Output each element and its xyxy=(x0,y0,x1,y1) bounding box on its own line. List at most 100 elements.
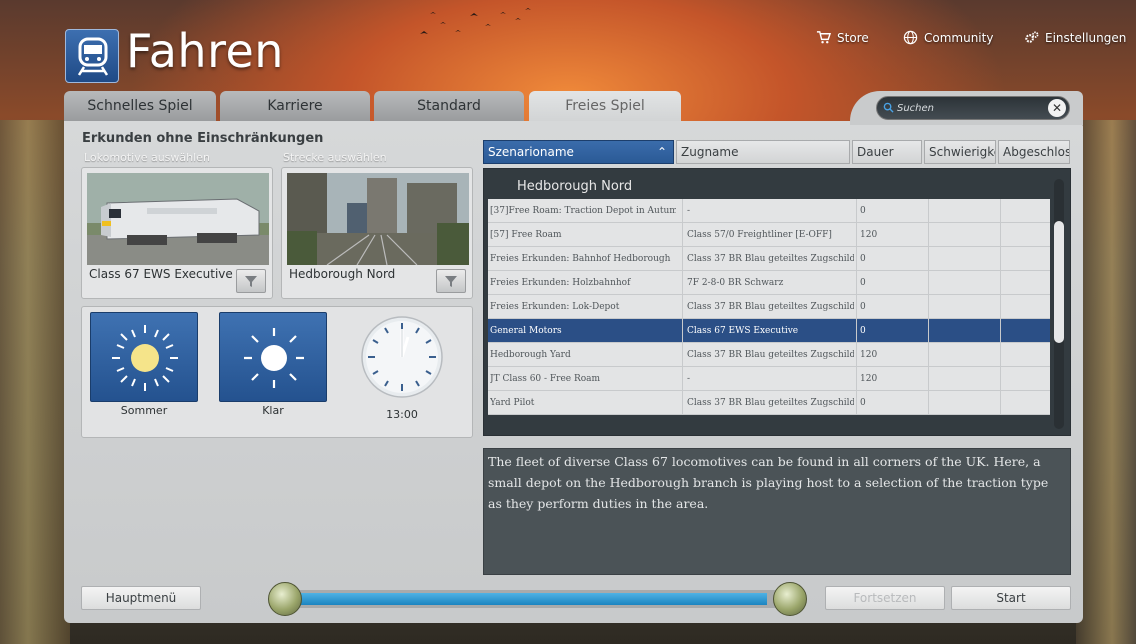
scenario-name-cell: Freies Erkunden: Lok-Depot xyxy=(490,302,620,312)
time-label: 13:00 xyxy=(386,408,418,421)
start-button[interactable]: Start xyxy=(951,586,1071,610)
tab-label: Schnelles Spiel xyxy=(87,98,193,114)
tab-label: Freies Spiel xyxy=(565,98,645,114)
store-label: Store xyxy=(837,30,869,45)
season-label: Sommer xyxy=(120,404,168,417)
scrollbar-track[interactable] xyxy=(1054,179,1064,429)
train-name-cell: Class 57/0 Freightliner [E-OFF] xyxy=(682,223,854,247)
route-thumbnail xyxy=(287,173,469,265)
completed-cell xyxy=(1000,223,1050,247)
season-button[interactable] xyxy=(90,312,198,402)
loco-thumbnail xyxy=(87,173,269,265)
train-name-cell: 7F 2-8-0 BR Schwarz xyxy=(682,271,854,295)
table-row[interactable]: General Motors Class 67 EWS Executive 0 xyxy=(488,319,1050,343)
tab-label: Standard xyxy=(417,98,481,114)
difficulty-cell xyxy=(928,391,998,415)
duration-cell: 0 xyxy=(856,295,926,319)
scenario-name-cell: Hedborough Yard xyxy=(490,350,571,360)
difficulty-cell xyxy=(928,319,998,343)
difficulty-cell xyxy=(928,271,998,295)
duration-cell: 0 xyxy=(856,391,926,415)
difficulty-cell xyxy=(928,223,998,247)
gear-icon xyxy=(1025,31,1039,43)
completed-cell xyxy=(1000,319,1050,343)
column-header-difficulty[interactable]: Schwierigke xyxy=(924,140,996,164)
table-row[interactable]: Freies Erkunden: Lok-Depot Class 37 BR Bl… xyxy=(488,295,1050,319)
scenario-name-cell: Freies Erkunden: Holzbahnhof xyxy=(490,278,631,288)
column-header-label: Szenarioname xyxy=(488,145,574,159)
scenario-name-cell: Yard Pilot xyxy=(490,398,535,408)
difficulty-cell xyxy=(928,247,998,271)
tab-karriere[interactable]: Karriere xyxy=(220,91,370,121)
table-row[interactable]: Yard Pilot Class 37 BR Blau geteiltes Zug… xyxy=(488,391,1050,415)
table-row[interactable]: Freies Erkunden: Holzbahnhof 7F 2-8-0 BR … xyxy=(488,271,1050,295)
duration-cell: 0 xyxy=(856,319,926,343)
difficulty-cell xyxy=(928,199,998,223)
environment-settings: Sommer Klar 13:00 xyxy=(81,306,473,438)
completed-cell xyxy=(1000,343,1050,367)
train-name-cell: - xyxy=(682,199,854,223)
column-header-label: Abgeschlos xyxy=(1003,145,1070,159)
clear-weather-icon xyxy=(244,328,304,388)
column-header-label: Dauer xyxy=(857,145,894,159)
train-name-cell: Class 37 BR Blau geteiltes Zugschild xyxy=(682,343,854,367)
table-row[interactable]: JT Class 60 - Free Roam -120 xyxy=(488,367,1050,391)
duration-cell: 120 xyxy=(856,343,926,367)
scenario-name-cell: [37]Free Roam: Traction Depot in Autumn xyxy=(490,206,676,216)
column-header-completed[interactable]: Abgeschlos xyxy=(998,140,1070,164)
search-box: ✕ xyxy=(876,96,1070,120)
route-filter-button[interactable] xyxy=(436,269,466,293)
column-header-label: Zugname xyxy=(681,145,739,159)
scenario-description: The fleet of diverse Class 67 locomotive… xyxy=(483,448,1071,575)
column-header-train[interactable]: Zugname xyxy=(676,140,850,164)
scenario-name-cell: JT Class 60 - Free Roam xyxy=(490,374,601,384)
tab-standard[interactable]: Standard xyxy=(374,91,524,121)
settings-link[interactable]: Einstellungen xyxy=(1024,30,1126,45)
loco-name: Class 67 EWS Executive xyxy=(89,267,233,281)
scenario-name-cell: Freies Erkunden: Bahnhof Hedborough xyxy=(490,254,671,264)
weather-button[interactable] xyxy=(219,312,327,402)
search-clear-button[interactable]: ✕ xyxy=(1048,99,1066,117)
column-header-label: Schwierigke xyxy=(929,145,996,159)
tab-schnelles-spiel[interactable]: Schnelles Spiel xyxy=(64,91,216,121)
tab-label: Karriere xyxy=(267,98,323,114)
table-row[interactable]: [37]Free Roam: Traction Depot in Autumn -… xyxy=(488,199,1050,223)
column-header-duration[interactable]: Dauer xyxy=(852,140,922,164)
progress-start-knob[interactable] xyxy=(268,582,302,616)
globe-icon xyxy=(903,30,918,45)
app-title: Fahren xyxy=(126,24,284,78)
route-name: Hedborough Nord xyxy=(289,267,396,281)
loading-progress-bar xyxy=(280,590,790,608)
column-header-scenario[interactable]: Szenarioname ⌃ xyxy=(483,140,674,164)
route-card[interactable]: Hedborough Nord xyxy=(281,167,473,299)
section-title: Erkunden ohne Einschränkungen xyxy=(82,131,324,146)
clock-icon xyxy=(361,316,443,398)
table-row[interactable]: Freies Erkunden: Bahnhof Hedborough Class… xyxy=(488,247,1050,271)
table-row[interactable]: Hedborough Yard Class 37 BR Blau geteilte… xyxy=(488,343,1050,367)
difficulty-cell xyxy=(928,295,998,319)
train-name-cell: Class 67 EWS Executive xyxy=(682,319,854,343)
route-select-label: Strecke auswählen xyxy=(283,151,387,164)
main-menu-button[interactable]: Hauptmenü xyxy=(81,586,201,610)
table-row[interactable]: [57] Free Roam Class 57/0 Freightliner [E… xyxy=(488,223,1050,247)
clock-button[interactable] xyxy=(360,315,444,399)
store-link[interactable]: Store xyxy=(816,30,869,45)
completed-cell xyxy=(1000,247,1050,271)
progress-end-knob[interactable] xyxy=(773,582,807,616)
scenario-table: Hedborough Nord [37]Free Roam: Traction … xyxy=(483,168,1071,436)
scenario-name-cell: [57] Free Roam xyxy=(490,230,562,240)
filter-icon xyxy=(445,276,457,287)
tab-freies-spiel[interactable]: Freies Spiel xyxy=(529,91,681,121)
filter-icon xyxy=(245,276,257,287)
progress-fill xyxy=(288,593,767,605)
background-motion-left xyxy=(0,120,70,644)
search-input[interactable] xyxy=(897,99,1037,117)
community-link[interactable]: Community xyxy=(903,30,993,45)
continue-button[interactable]: Fortsetzen xyxy=(825,586,945,610)
difficulty-cell xyxy=(928,343,998,367)
scrollbar-thumb[interactable] xyxy=(1054,221,1064,343)
loco-filter-button[interactable] xyxy=(236,269,266,293)
loco-card[interactable]: Class 67 EWS Executive xyxy=(81,167,273,299)
completed-cell xyxy=(1000,367,1050,391)
route-group-title: Hedborough Nord xyxy=(517,179,633,194)
